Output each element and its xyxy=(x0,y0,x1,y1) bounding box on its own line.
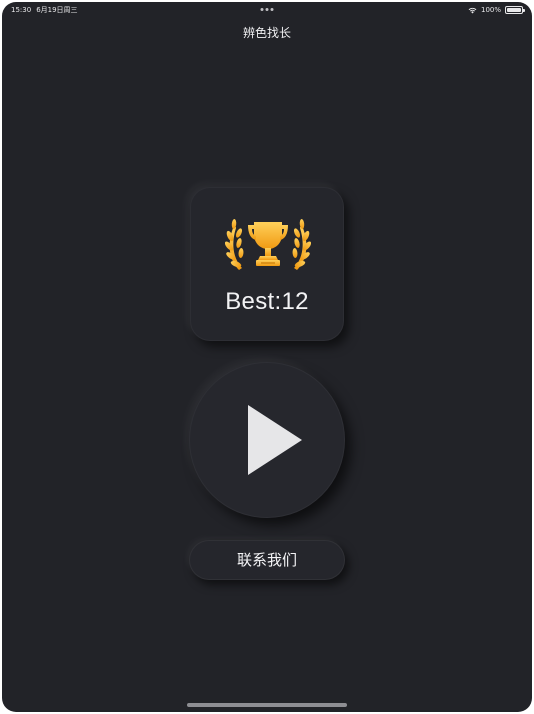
status-date: 6月19日周三 xyxy=(36,6,78,14)
home-indicator[interactable] xyxy=(187,703,347,707)
status-time: 15:30 xyxy=(11,6,32,14)
play-icon xyxy=(248,405,302,475)
page-title: 辨色找长 xyxy=(242,26,291,40)
status-left: 15:30 6月19日周三 xyxy=(11,3,78,17)
best-score-text: Best:12 xyxy=(225,288,309,315)
battery-percent: 100% xyxy=(480,6,501,14)
multitasking-dots-icon[interactable] xyxy=(260,8,274,11)
play-button[interactable] xyxy=(189,362,345,518)
wifi-icon xyxy=(468,7,477,13)
best-score-card: Best:12 xyxy=(190,187,344,341)
status-bar: 15:30 6月19日周三 100% xyxy=(2,2,532,18)
battery-icon xyxy=(505,6,525,14)
status-right: 100% xyxy=(468,3,525,17)
app-screen: 15:30 6月19日周三 100% 辨色找长 Best:12 联系我们 xyxy=(2,2,532,712)
contact-us-button[interactable]: 联系我们 xyxy=(189,540,345,580)
trophy-icon xyxy=(225,219,311,270)
